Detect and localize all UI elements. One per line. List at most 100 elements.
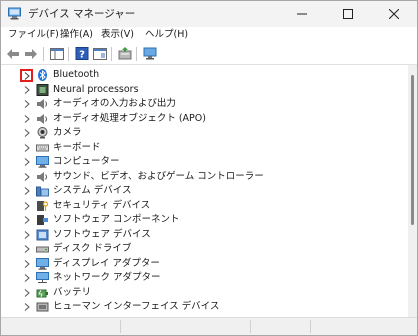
speaker-icon <box>37 99 47 109</box>
menu-file[interactable]: ファイル(F) <box>7 28 60 42</box>
tree-item-audio-apo[interactable]: オーディオ処理オブジェクト (APO) <box>1 112 408 127</box>
chevron-right-icon <box>24 201 30 210</box>
tree-item-computer[interactable]: コンピューター <box>1 155 408 170</box>
speaker-icon <box>37 113 47 124</box>
expand-chevron[interactable] <box>21 155 33 169</box>
expand-chevron[interactable] <box>21 213 33 227</box>
expand-chevron[interactable] <box>21 170 33 184</box>
chevron-right-icon <box>24 288 30 297</box>
forward-button[interactable] <box>22 45 40 62</box>
menu-bar: ファイル(F) 操作(A) 表示(V) ヘルプ(H) <box>1 27 417 43</box>
forward-arrow-icon <box>25 48 37 59</box>
expand-chevron[interactable] <box>21 83 33 97</box>
maximize-button[interactable] <box>325 1 371 27</box>
bluetooth-icon <box>38 69 47 81</box>
back-button[interactable] <box>4 45 22 62</box>
chevron-right-icon <box>24 158 30 166</box>
tree-item-label: コンピューター <box>53 156 120 167</box>
vertical-scrollbar[interactable] <box>408 65 417 317</box>
menu-view[interactable]: 表示(V) <box>100 28 135 42</box>
chevron-right-icon <box>24 274 30 282</box>
back-arrow-icon <box>7 48 19 59</box>
tree-item-label: オーディオ処理オブジェクト (APO) <box>53 112 206 124</box>
expand-chevron[interactable] <box>21 141 33 155</box>
display-adapter-icon <box>36 257 49 270</box>
window-title: デバイス マネージャー <box>28 8 136 20</box>
properties-button[interactable] <box>91 45 109 62</box>
tree-item-sound-video-game[interactable]: サウンド、ビデオ、およびゲーム コントローラー <box>1 170 408 185</box>
help-icon: ? <box>75 47 89 60</box>
disk-drive-icon <box>36 246 49 253</box>
chevron-right-icon <box>24 259 30 268</box>
close-button[interactable] <box>371 1 417 27</box>
tree-item-label: カメラ <box>53 127 82 138</box>
tree-item-batteries[interactable]: バッテリ <box>1 286 408 301</box>
tree-item-software-devices[interactable]: ソフトウェア デバイス <box>1 228 408 243</box>
device-tree[interactable]: Bluetooth Neural processors オーディオの入力および出… <box>1 65 408 317</box>
tree-item-neural-processors[interactable]: Neural processors <box>1 83 408 98</box>
expand-chevron-highlighted[interactable] <box>20 69 33 82</box>
menu-action[interactable]: 操作(A) <box>59 28 94 42</box>
minimize-button[interactable] <box>279 1 325 27</box>
expand-chevron[interactable] <box>21 300 33 314</box>
tree-item-label: ソフトウェア コンポーネント <box>53 214 180 225</box>
expand-chevron[interactable] <box>21 286 33 300</box>
tree-item-software-components[interactable]: ソフトウェア コンポーネント <box>1 213 408 228</box>
software-component-icon <box>37 215 48 225</box>
chevron-right-icon <box>24 114 30 123</box>
expand-chevron[interactable] <box>21 242 33 256</box>
tree-item-system-devices[interactable]: システム デバイス <box>1 184 408 199</box>
tree-item-label: ディスク ドライブ <box>53 243 132 254</box>
tree-item-label: システム デバイス <box>53 185 132 196</box>
tree-item-security-devices[interactable]: セキュリティ デバイス <box>1 199 408 214</box>
status-cell <box>121 320 251 333</box>
expand-chevron[interactable] <box>21 126 33 140</box>
network-adapter-icon <box>36 272 49 283</box>
camera-icon <box>37 127 48 139</box>
tree-item-network-adapters[interactable]: ネットワーク アダプター <box>1 271 408 286</box>
expand-chevron[interactable] <box>21 97 33 111</box>
expand-chevron[interactable] <box>21 257 33 271</box>
title-bar[interactable]: デバイス マネージャー <box>1 1 417 27</box>
scrollbar-thumb[interactable] <box>411 75 414 225</box>
tree-item-label: サウンド、ビデオ、およびゲーム コントローラー <box>53 170 264 182</box>
svg-text:?: ? <box>79 50 85 61</box>
console-tree-icon <box>50 47 64 60</box>
update-driver-button[interactable] <box>116 45 134 62</box>
tree-item-camera[interactable]: カメラ <box>1 126 408 141</box>
speaker-icon <box>37 171 47 182</box>
expand-chevron[interactable] <box>21 228 33 242</box>
chevron-right-icon <box>24 100 30 108</box>
processor-icon <box>36 83 49 96</box>
chevron-right-icon <box>24 187 30 195</box>
tree-item-keyboard[interactable]: キーボード <box>1 141 408 156</box>
scan-hardware-button[interactable] <box>141 45 159 62</box>
chevron-right-icon <box>24 71 30 80</box>
tree-item-display-adapters[interactable]: ディスプレイ アダプター <box>1 257 408 272</box>
tree-item-label: ネットワーク アダプター <box>53 272 161 283</box>
keyboard-icon <box>36 144 49 151</box>
show-hide-console-tree-button[interactable] <box>48 45 66 62</box>
chevron-right-icon <box>24 245 30 253</box>
system-devices-icon <box>36 186 49 197</box>
chevron-right-icon <box>24 143 30 152</box>
toolbar-separator <box>111 47 112 61</box>
battery-icon <box>36 289 48 297</box>
chevron-right-icon <box>24 129 30 137</box>
tree-item-audio-io[interactable]: オーディオの入力および出力 <box>1 97 408 112</box>
tree-item-human-interface-devices[interactable]: ヒューマン インターフェイス デバイス <box>1 300 408 315</box>
tree-item-bluetooth[interactable]: Bluetooth <box>1 68 408 83</box>
expand-chevron[interactable] <box>21 184 33 198</box>
menu-help[interactable]: ヘルプ(H) <box>144 28 189 42</box>
expand-chevron[interactable] <box>21 112 33 126</box>
expand-chevron[interactable] <box>21 199 33 213</box>
chevron-right-icon <box>24 303 30 311</box>
minimize-icon <box>297 13 307 15</box>
chevron-right-icon <box>24 172 30 181</box>
toolbar-separator <box>68 47 69 61</box>
computer-icon <box>36 156 49 168</box>
help-button[interactable]: ? <box>73 45 91 62</box>
expand-chevron[interactable] <box>21 271 33 285</box>
tree-item-disk-drives[interactable]: ディスク ドライブ <box>1 242 408 257</box>
status-bar <box>1 317 417 335</box>
